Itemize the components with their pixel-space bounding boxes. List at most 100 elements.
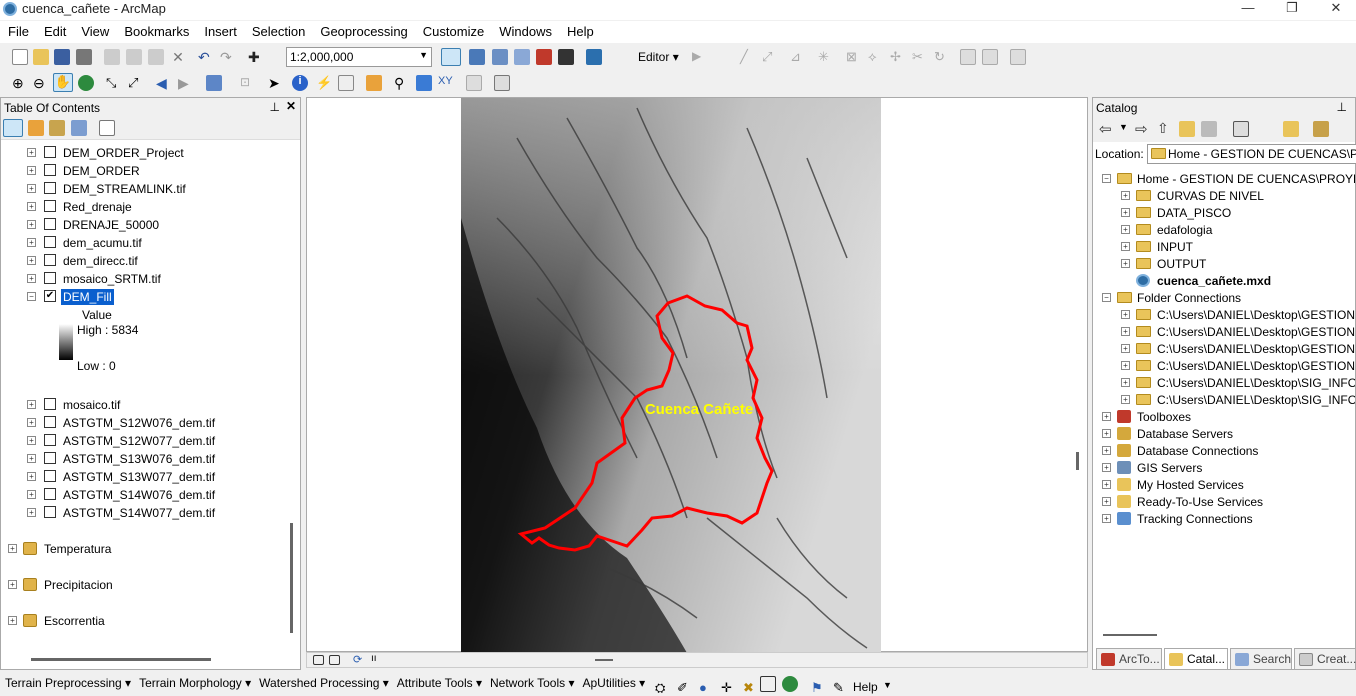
model-builder-icon[interactable] [586,49,602,65]
zoom-out-icon[interactable]: ⊖ [33,75,49,91]
terrain-morphology-menu[interactable]: Terrain Morphology ▾ [134,672,254,690]
layer-checkbox[interactable] [44,272,56,284]
data-view-icon[interactable] [313,655,324,665]
layer-checkbox[interactable] [44,236,56,248]
toggle-contents-icon[interactable] [1283,121,1299,137]
catalog-root-row[interactable]: + Database Servers [1093,425,1355,443]
map-view[interactable]: Cuenca Cañete [306,97,1088,653]
copy-icon[interactable] [126,49,142,65]
layer-checkbox[interactable] [44,488,56,500]
layer-row[interactable]: + ASTGTM_S13W077_dem.tif [1,468,291,486]
menu-selection[interactable]: Selection [244,21,312,39]
layer-row[interactable]: + dem_direcc.tif [1,252,291,270]
refresh-icon[interactable]: ⟳ [353,653,369,669]
layer-row[interactable]: + ASTGTM_S14W076_dem.tif [1,486,291,504]
layer-row[interactable]: + DEM_STREAMLINK.tif [1,180,291,198]
layer-checkbox[interactable] [44,416,56,428]
layer-checkbox[interactable] [44,164,56,176]
paste-icon[interactable] [148,49,164,65]
layer-checkbox[interactable] [44,200,56,212]
menu-edit[interactable]: Edit [36,21,73,39]
pencil-icon[interactable]: ✎ [828,676,844,695]
catalog-folder-connections-row[interactable]: − Folder Connections [1093,289,1355,307]
point-delineation-icon[interactable]: ● [694,676,710,695]
catalog-connection-row[interactable]: + C:\Users\DANIEL\Desktop\GESTION D [1093,340,1355,358]
editor-menu[interactable]: Editor ▾ [638,50,679,64]
catalog-mxd-row[interactable]: cuenca_cañete.mxd [1093,272,1355,290]
catalog-root-row[interactable]: + Tracking Connections [1093,510,1355,528]
catalog-root-row[interactable]: + My Hosted Services [1093,476,1355,494]
trace-by-click-icon[interactable]: ✛ [716,676,732,695]
toc-horizontal-scrollbar[interactable] [31,658,211,661]
layer-checkbox[interactable] [44,218,56,230]
minimize-button[interactable]: — [1228,0,1268,15]
save-icon[interactable] [54,49,70,65]
menu-insert[interactable]: Insert [196,21,244,39]
straight-segment-icon[interactable]: ╱ [740,49,756,65]
layer-checkbox[interactable] [44,434,56,446]
catalog-connection-row[interactable]: + C:\Users\DANIEL\Desktop\GESTION D [1093,306,1355,324]
pause-drawing-icon[interactable]: ıı [371,653,387,669]
layer-row[interactable]: + mosaico.tif [1,396,291,414]
catalog-folder-row[interactable]: + OUTPUT [1093,255,1355,273]
layer-row[interactable]: + mosaico_SRTM.tif [1,270,291,288]
attributes-icon[interactable] [960,49,976,65]
layer-row[interactable]: + Red_drenaje [1,198,291,216]
group-layer-row[interactable]: + Temperatura [1,540,291,558]
fixed-zoom-in-icon[interactable]: ⤡ [106,75,122,91]
batch-point-icon[interactable]: ⛭ [650,676,666,695]
find-binoculars-icon[interactable]: ⚲ [394,75,410,91]
full-extent-globe-icon[interactable] [78,75,94,91]
map-scroll-thumb[interactable] [595,659,613,661]
menu-geoprocessing[interactable]: Geoprocessing [312,21,414,39]
search-window-icon[interactable] [514,49,530,65]
cut-icon[interactable] [104,49,120,65]
list-by-drawing-order-icon[interactable] [3,119,23,137]
delete-icon[interactable]: ✕ [170,49,186,65]
create-features-icon[interactable] [1010,49,1026,65]
select-elements-icon[interactable]: ➤ [268,75,284,91]
tab-create-features[interactable]: Creat... [1294,648,1356,670]
catalog-root-row[interactable]: + Ready-To-Use Services [1093,493,1355,511]
go-to-xy-icon[interactable]: XY [438,75,454,91]
network-icon[interactable] [760,676,776,692]
identify-icon[interactable]: i [292,75,308,91]
attribute-tools-menu[interactable]: Attribute Tools ▾ [392,672,485,690]
terrain-preprocessing-menu[interactable]: Terrain Preprocessing ▾ [0,672,134,690]
layer-checkbox[interactable] [44,254,56,266]
list-by-selection-icon[interactable] [71,120,87,136]
measure-icon[interactable] [366,75,382,91]
catalog-connection-row[interactable]: + C:\Users\DANIEL\Desktop\GESTION D [1093,357,1355,375]
location-dropdown[interactable]: Home - GESTION DE CUENCAS\PRO [1147,144,1356,164]
editor-toolbar-icon[interactable] [441,48,461,66]
layer-checkbox[interactable] [44,470,56,482]
catalog-folder-row[interactable]: + DATA_PISCO [1093,204,1355,222]
trace-icon[interactable]: ⊿ [790,49,806,65]
flow-tracing-icon[interactable]: ✖ [738,676,754,695]
new-document-icon[interactable] [12,49,28,65]
catalog-root-row[interactable]: + GIS Servers [1093,459,1355,477]
layer-row-dem-fill[interactable]: − ✔ DEM_Fill [1,288,291,306]
pin-icon[interactable]: ⊥ [1337,100,1347,114]
back-arrow-icon[interactable]: ◀ [156,75,172,91]
close-button[interactable]: ✕ [1316,0,1356,16]
collapse-icon[interactable]: − [27,292,36,301]
layer-checkbox[interactable] [44,398,56,410]
edit-tool-icon[interactable]: ▶ [692,49,708,65]
print-icon[interactable] [76,49,92,65]
undo-icon[interactable]: ↶ [198,49,214,65]
views-icon[interactable] [1233,121,1249,137]
map-splitter-handle[interactable] [1076,452,1079,470]
split-icon[interactable]: ✂ [912,49,928,65]
layer-row[interactable]: + DRENAJE_50000 [1,216,291,234]
chevron-down-icon[interactable]: ▼ [1119,122,1135,138]
layer-checkbox[interactable] [44,146,56,158]
rotate-icon[interactable]: ↻ [934,49,950,65]
layer-checkbox[interactable] [44,452,56,464]
find-route-icon[interactable] [416,75,432,91]
cut-polygons-icon[interactable]: ✢ [890,49,906,65]
watershed-processing-menu[interactable]: Watershed Processing ▾ [254,672,392,690]
zoom-in-icon[interactable]: ⊕ [12,75,28,91]
menu-view[interactable]: View [73,21,116,39]
tab-catalog[interactable]: Catal... [1164,648,1228,670]
